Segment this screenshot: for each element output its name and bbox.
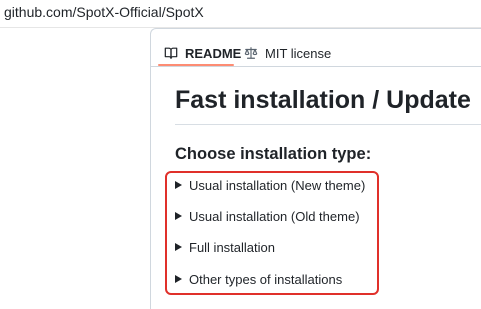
option-label: Usual installation (New theme) [189, 177, 366, 193]
option-label: Usual installation (Old theme) [189, 208, 360, 224]
disclosure-triangle-icon [175, 275, 182, 283]
tab-readme[interactable]: README [164, 42, 241, 64]
disclosure-triangle-icon [175, 243, 182, 251]
title-divider [175, 124, 481, 125]
section-subheading: Choose installation type: [175, 145, 372, 163]
url-text[interactable]: github.com/SpotX-Official/SpotX [4, 4, 204, 20]
option-other-types[interactable]: Other types of installations [175, 269, 342, 289]
page-title: Fast installation / Update [175, 86, 471, 114]
tab-license-label: MIT license [265, 45, 332, 61]
book-icon [164, 46, 178, 60]
disclosure-triangle-icon [175, 212, 182, 220]
left-pane [0, 28, 150, 300]
disclosure-triangle-icon [175, 181, 182, 189]
option-usual-new-theme[interactable]: Usual installation (New theme) [175, 175, 365, 195]
option-label: Other types of installations [189, 271, 343, 287]
tab-readme-label: README [185, 45, 242, 61]
option-label: Full installation [189, 239, 275, 255]
scale-icon [244, 46, 258, 60]
option-full-installation[interactable]: Full installation [175, 237, 275, 257]
tab-license[interactable]: MIT license [244, 42, 331, 64]
option-usual-old-theme[interactable]: Usual installation (Old theme) [175, 206, 360, 226]
tabs-divider [151, 66, 481, 67]
address-bar[interactable]: github.com/SpotX-Official/SpotX [0, 0, 481, 28]
